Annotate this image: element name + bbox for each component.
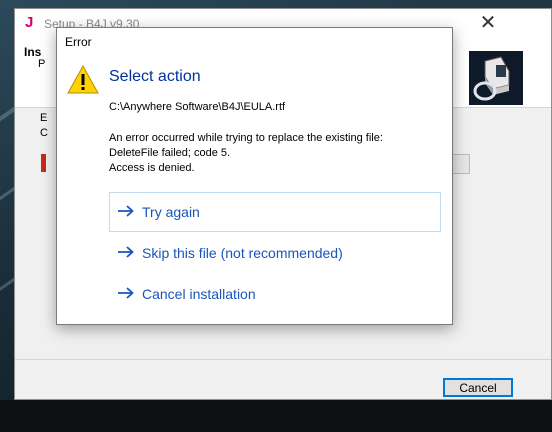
command-link-label: Cancel installation	[142, 286, 256, 302]
try-again-command-link[interactable]: Try again	[109, 192, 441, 232]
arrow-right-icon	[118, 246, 134, 258]
setup-filename-fragment: C	[40, 127, 48, 139]
arrow-right-icon	[118, 287, 134, 299]
error-message-line: Access is denied.	[109, 162, 195, 174]
setup-header-title-fragment: Ins	[24, 45, 42, 59]
file-path: C:\Anywhere Software\B4J\EULA.rtf	[109, 101, 286, 113]
main-instruction: Select action	[109, 68, 201, 85]
setup-header-subtitle-fragment: P	[38, 58, 46, 70]
arrow-right-icon	[118, 205, 134, 217]
error-message-line: An error occurred while trying to replac…	[109, 132, 383, 144]
progress-bar-fill	[41, 154, 46, 172]
footer-divider	[15, 359, 551, 360]
app-icon: J	[25, 14, 34, 31]
cancel-button[interactable]: Cancel	[443, 378, 513, 397]
cancel-installation-command-link[interactable]: Cancel installation	[109, 274, 441, 314]
progress-bar-track	[453, 154, 470, 174]
error-dialog: Error Select action C:\Anywhere Software…	[56, 27, 453, 325]
error-dialog-title: Error	[65, 35, 92, 49]
installer-logo-icon	[469, 51, 523, 105]
close-icon[interactable]: ✕	[477, 13, 499, 35]
command-link-label: Skip this file (not recommended)	[142, 245, 343, 261]
skip-file-command-link[interactable]: Skip this file (not recommended)	[109, 233, 441, 273]
warning-icon	[66, 63, 100, 97]
command-link-label: Try again	[142, 204, 200, 220]
error-message-line: DeleteFile failed; code 5.	[109, 147, 231, 159]
setup-status-fragment: E	[40, 112, 48, 124]
error-titlebar: Error	[57, 28, 452, 56]
